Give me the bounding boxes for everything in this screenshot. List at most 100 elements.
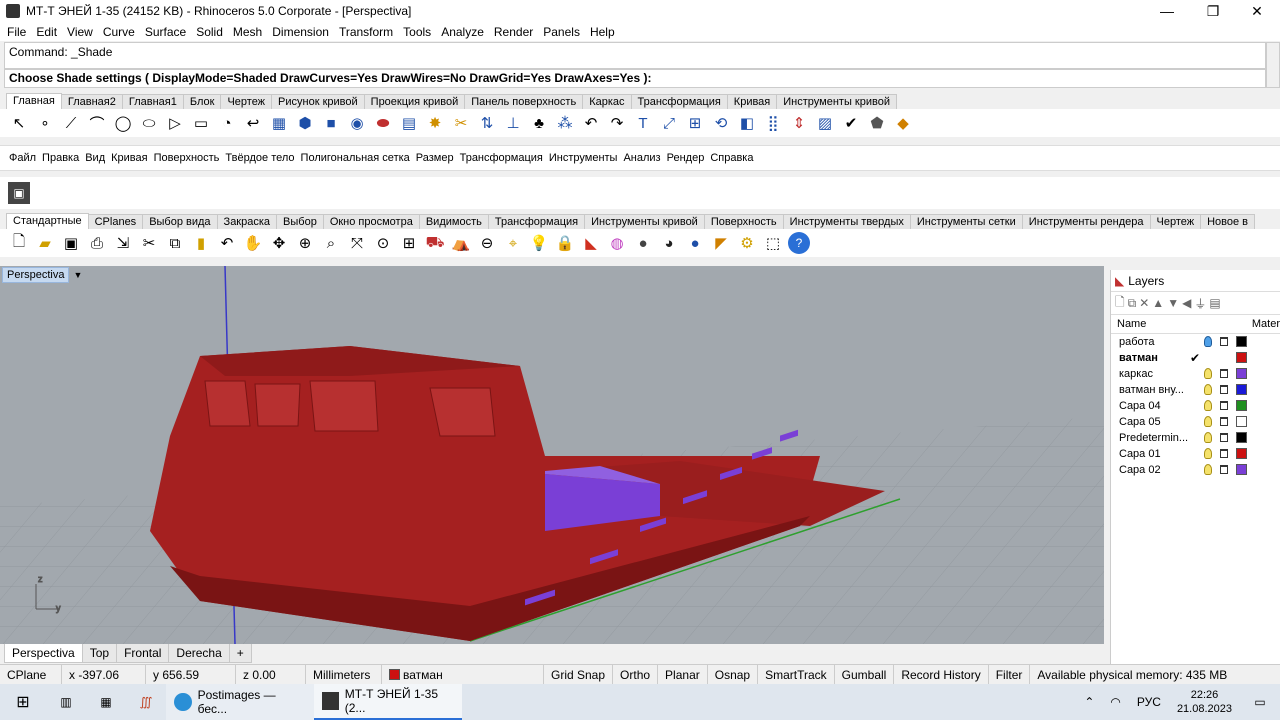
layer-row[interactable]: работа	[1111, 334, 1280, 350]
layer-name[interactable]: Capa 02	[1119, 462, 1199, 478]
tab-vidimost[interactable]: Видимость	[418, 214, 489, 229]
menu-curve[interactable]: Curve	[98, 25, 140, 39]
viewport-dropdown-icon[interactable]: ▼	[72, 267, 84, 283]
gumball-toggle[interactable]: Gumball	[835, 664, 895, 685]
tab-karkas[interactable]: Каркас	[582, 94, 632, 109]
planar-toggle[interactable]: Planar	[658, 664, 708, 685]
group-icon[interactable]: ♣	[528, 112, 550, 134]
taskbar-clock[interactable]: 22:26 21.08.2023	[1169, 684, 1240, 720]
array-icon[interactable]: ⁂	[554, 112, 576, 134]
add-viewport-button[interactable]: +	[228, 644, 252, 663]
material-icon[interactable]: ◣	[580, 232, 602, 254]
menu-surface[interactable]: Surface	[140, 25, 191, 39]
ellipse-icon[interactable]: ⬭	[138, 112, 160, 134]
tab-instrumenty-tverdykh[interactable]: Инструменты твердых	[782, 214, 911, 229]
osnap-icon[interactable]: ⌖	[502, 232, 524, 254]
undo-icon[interactable]: ↶	[216, 232, 238, 254]
filter-toggle[interactable]: Filter	[989, 664, 1031, 685]
print-icon[interactable]: ⎙	[86, 232, 108, 254]
layer-name[interactable]: Capa 04	[1119, 398, 1199, 414]
record-history-toggle[interactable]: Record History	[894, 664, 989, 685]
layer-visibility-bulb-icon[interactable]	[1204, 432, 1212, 443]
menu-render[interactable]: Render	[489, 25, 538, 39]
color-wheel-icon[interactable]: ◍	[606, 232, 628, 254]
import-icon[interactable]: ⇲	[112, 232, 134, 254]
pan-hand-icon[interactable]: ✋	[242, 232, 264, 254]
car-icon[interactable]: ⛟	[424, 232, 446, 254]
tab-proektsiya-krivoy[interactable]: Проекция кривой	[363, 94, 466, 109]
solid-box-icon[interactable]: ◧	[736, 112, 758, 134]
layer-lock-icon[interactable]	[1220, 465, 1228, 474]
shaded-sphere-icon[interactable]: ●	[632, 232, 654, 254]
ru-menu-solid[interactable]: Твёрдое тело	[222, 152, 297, 164]
filter-icon[interactable]: ⏚	[1194, 295, 1206, 312]
explode-icon[interactable]: ✸	[424, 112, 446, 134]
zoom-selected-icon[interactable]: ⊙	[372, 232, 394, 254]
layer-lock-icon[interactable]	[1220, 369, 1228, 378]
rectangle-icon[interactable]: ▭	[190, 112, 212, 134]
layer-color-swatch[interactable]	[1236, 352, 1247, 363]
layer-lock-icon[interactable]	[1220, 433, 1228, 442]
tab-instrumenty-rendera[interactable]: Инструменты рендера	[1021, 214, 1151, 229]
layer-lock-icon[interactable]	[1220, 401, 1228, 410]
tab-instrumenty-krivoy-std[interactable]: Инструменты кривой	[584, 214, 705, 229]
cplane-label[interactable]: CPlane	[0, 664, 62, 685]
boolean-icon[interactable]: ◉	[346, 112, 368, 134]
minimize-button[interactable]: —	[1144, 0, 1190, 22]
ru-menu-view[interactable]: Вид	[82, 152, 108, 164]
layer-name[interactable]: Predetermin...	[1119, 430, 1199, 446]
select-arrow-icon[interactable]: ↖	[8, 112, 30, 134]
close-button[interactable]: ✕	[1234, 0, 1280, 22]
mesh-icon[interactable]: ▤	[398, 112, 420, 134]
wifi-icon[interactable]: ◠	[1102, 684, 1128, 720]
layer-visibility-bulb-icon[interactable]	[1204, 416, 1212, 427]
lock-icon[interactable]: 🔒	[554, 232, 576, 254]
curve-icon[interactable]: ⌒	[86, 112, 108, 134]
zoom-extents-std-icon[interactable]: ⤧	[346, 232, 368, 254]
polygon-icon[interactable]: ▷	[164, 112, 186, 134]
layer-color-swatch[interactable]	[1236, 384, 1247, 395]
ru-menu-surface[interactable]: Поверхность	[151, 152, 223, 164]
new-sublayer-icon[interactable]: ⧉	[1128, 296, 1137, 311]
layer-name[interactable]: Capa 01	[1119, 446, 1199, 462]
open-folder-icon[interactable]: ▰	[34, 232, 56, 254]
tab-cplanes[interactable]: CPlanes	[87, 214, 144, 229]
ru-menu-dimension[interactable]: Размер	[413, 152, 457, 164]
tab-risunok-krivoy[interactable]: Рисунок кривой	[271, 94, 365, 109]
cut-icon[interactable]: ✂	[138, 232, 160, 254]
layer-color-swatch[interactable]	[1236, 432, 1247, 443]
layer-settings-icon[interactable]: ▤	[1209, 296, 1220, 310]
arc-icon[interactable]: ◔	[216, 112, 238, 134]
layer-row[interactable]: Capa 01	[1111, 446, 1280, 462]
layer-color-swatch[interactable]	[1236, 416, 1247, 427]
tab-transformatsiya[interactable]: Трансформация	[630, 94, 728, 109]
layer-lock-icon[interactable]	[1220, 385, 1228, 394]
new-file-icon[interactable]: 🗋	[8, 232, 30, 254]
menu-analyze[interactable]: Analyze	[436, 25, 489, 39]
tab-chertezh-std[interactable]: Чертеж	[1149, 214, 1202, 229]
viewport-tab-top[interactable]: Top	[81, 644, 118, 663]
extrude-icon[interactable]: ⬢	[294, 112, 316, 134]
save-icon[interactable]: ▣	[60, 232, 82, 254]
help-icon[interactable]: ?	[788, 232, 810, 254]
tab-zakraska[interactable]: Закраска	[216, 214, 278, 229]
calculator-icon[interactable]: ▦	[86, 684, 126, 720]
winrar-icon[interactable]: ∭	[126, 684, 166, 720]
layer-visibility-bulb-icon[interactable]	[1204, 384, 1212, 395]
viewport-title[interactable]: Perspectiva	[2, 267, 70, 283]
layer-lock-icon[interactable]	[1220, 337, 1228, 346]
properties-icon[interactable]: ▨	[814, 112, 836, 134]
tab-poverkhnost[interactable]: Поверхность	[703, 214, 784, 229]
tab-vybor-vida[interactable]: Выбор вида	[142, 214, 218, 229]
layer-name[interactable]: ватман	[1119, 350, 1199, 366]
tab-glavnaya2[interactable]: Главная2	[60, 94, 123, 109]
layer-name[interactable]: ватман вну...	[1119, 382, 1199, 398]
render-sphere-icon[interactable]: ●	[684, 232, 706, 254]
layer-color-swatch[interactable]	[1236, 336, 1247, 347]
layer-color-swatch[interactable]	[1236, 448, 1247, 459]
four-viewports-icon[interactable]: ⊞	[398, 232, 420, 254]
tab-panel-poverkhnost[interactable]: Панель поверхность	[464, 94, 584, 109]
ortho-toggle[interactable]: Ortho	[613, 664, 659, 685]
layer-name[interactable]: работа	[1119, 334, 1199, 350]
render-preview-icon[interactable]: ◤	[710, 232, 732, 254]
